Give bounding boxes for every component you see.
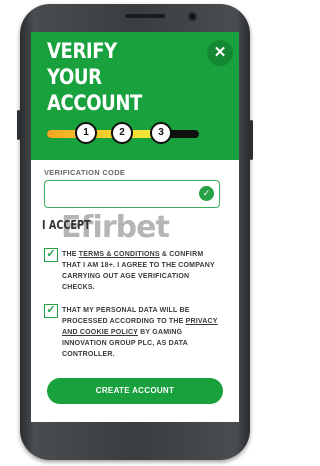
app-screen: VERIFY YOUR ACCOUNT ✕ 1 2 3 VERIFICATION… (31, 32, 239, 422)
terms-text: THE TERMS & CONDITIONS & CONFIRM THAT I … (62, 251, 215, 291)
page-title: VERIFY YOUR ACCOUNT (47, 39, 142, 115)
create-account-button[interactable]: CREATE ACCOUNT (47, 378, 223, 404)
checkmark-icon: ✓ (46, 248, 56, 260)
valid-check-icon: ✓ (199, 186, 214, 201)
close-icon: ✕ (213, 44, 227, 61)
terms-link[interactable]: TERMS & CONDITIONS (79, 251, 160, 258)
front-camera (188, 12, 197, 21)
close-button[interactable]: ✕ (207, 40, 233, 66)
privacy-checkbox[interactable]: ✓ (44, 304, 58, 318)
verification-code-label: VERIFICATION CODE (44, 168, 126, 177)
step-3-marker: 3 (150, 122, 172, 144)
progress-fill (47, 130, 157, 138)
power-button (250, 120, 253, 160)
accept-heading: I ACCEPT (42, 218, 91, 232)
header-banner: VERIFY YOUR ACCOUNT ✕ 1 2 3 (31, 32, 239, 160)
verification-code-input[interactable]: ✓ (44, 180, 220, 208)
terms-checkbox[interactable]: ✓ (44, 248, 58, 262)
speaker-grille (125, 14, 165, 18)
step-1-marker: 1 (75, 122, 97, 144)
checkmark-icon: ✓ (46, 304, 56, 316)
step-2-marker: 2 (111, 122, 133, 144)
privacy-text: THAT MY PERSONAL DATA WILL BE PROCESSED … (62, 307, 218, 358)
volume-button (17, 110, 20, 140)
